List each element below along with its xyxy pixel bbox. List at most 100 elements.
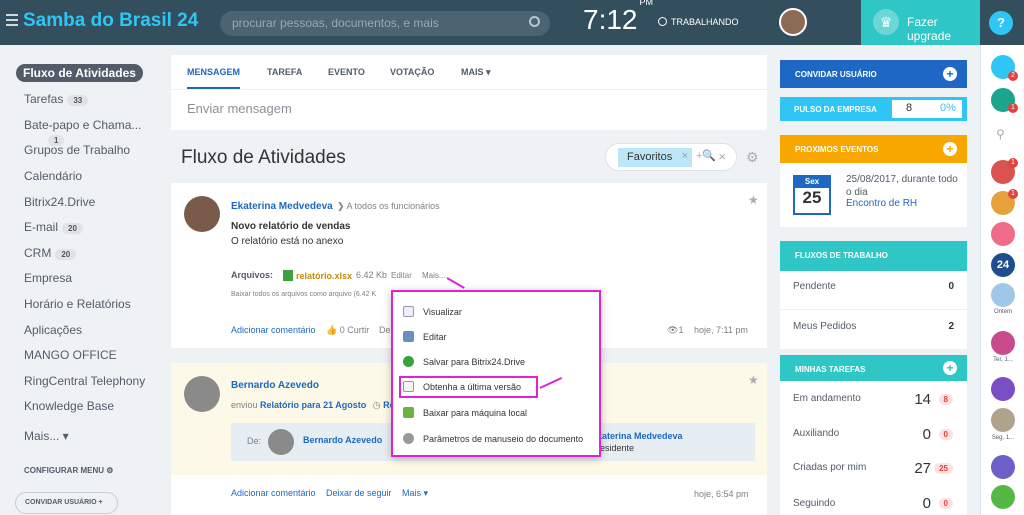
- add-comment-link[interactable]: Adicionar comentário: [231, 325, 316, 335]
- clear-icon[interactable]: ×: [718, 149, 726, 164]
- notification-badge: 1: [1008, 158, 1018, 168]
- more-link[interactable]: Mais ▾: [402, 488, 428, 499]
- file-edit-link[interactable]: Editar: [391, 271, 412, 280]
- upgrade-button[interactable]: ♛ Fazer upgrade: [861, 0, 980, 45]
- post-recipient[interactable]: ❯ A todos os funcionários: [337, 201, 440, 212]
- work-status[interactable]: TRABALHANDO: [658, 17, 739, 27]
- file-size: 6.42 Kb: [356, 270, 388, 280]
- workflow-row[interactable]: Meus Pedidos 2: [780, 321, 967, 332]
- unfollow-link[interactable]: Deixar de seguir: [326, 488, 392, 498]
- group-avatar[interactable]: [991, 331, 1015, 355]
- tasks-list: Em andamento 14 8 Auxiliando 0 0 Criadas…: [780, 381, 967, 515]
- user-avatar[interactable]: [779, 8, 807, 36]
- invite-user-button[interactable]: CONVIDAR USUÁRIO +: [15, 492, 118, 514]
- clock[interactable]: 7:12PM: [583, 0, 653, 36]
- count-badge: 20: [55, 249, 77, 260]
- add-filter-icon[interactable]: +🔍: [696, 149, 716, 162]
- my-tasks-header[interactable]: MINHAS TAREFAS +: [780, 355, 967, 381]
- company-pulse[interactable]: PULSO DA EMPRESA 8 0%: [780, 97, 967, 121]
- message-input[interactable]: Enviar mensagem: [187, 101, 292, 116]
- divider: [171, 89, 767, 90]
- sidebar-item-more[interactable]: Mais... ▾: [24, 429, 69, 443]
- like-button[interactable]: 👍 0 Curtir: [326, 325, 369, 336]
- workflows-header[interactable]: FLUXOS DE TRABALHO: [780, 241, 967, 271]
- sidebar-item-activity-stream[interactable]: Fluxo de Atividades: [16, 64, 143, 82]
- sidebar-item-workgroups[interactable]: Grupos de Trabalho: [24, 143, 130, 157]
- avatar[interactable]: [184, 196, 220, 232]
- search-icon[interactable]: [529, 16, 540, 27]
- tab-event[interactable]: EVENTO: [328, 67, 365, 77]
- files-label: Arquivos:: [231, 270, 274, 280]
- sidebar-item-applications[interactable]: Aplicações: [24, 323, 82, 337]
- megaphone-icon[interactable]: [991, 455, 1015, 479]
- menu-item-view[interactable]: Visualizar: [403, 306, 462, 317]
- notification-badge: 1: [1008, 189, 1018, 199]
- tab-poll[interactable]: VOTAÇÃO: [390, 67, 434, 77]
- sidebar-item-tasks[interactable]: Tarefas 33: [24, 92, 89, 106]
- from-name[interactable]: Bernardo Azevedo: [303, 435, 382, 445]
- post-footer: Adicionar comentário Deixar de seguir Ma…: [171, 475, 767, 515]
- bitrix24-icon[interactable]: 24: [991, 253, 1015, 277]
- star-icon[interactable]: ★: [748, 193, 759, 207]
- plus-icon[interactable]: +: [943, 142, 957, 156]
- menu-item-download[interactable]: Baixar para máquina local: [403, 407, 527, 418]
- close-icon[interactable]: ×: [682, 150, 688, 162]
- file-link[interactable]: relatório.xlsx: [283, 270, 352, 281]
- download-all-link[interactable]: Baixar todos os arquivos como arquivo (6…: [231, 291, 376, 298]
- right-rail: 2 1 ⚲ 1 1 24 Ontem Ter, 1... Seg, 1...: [980, 45, 1024, 515]
- plus-icon[interactable]: +: [943, 361, 957, 375]
- help-button[interactable]: ?: [989, 11, 1013, 35]
- de-link[interactable]: De: [379, 325, 391, 335]
- to-name[interactable]: katerina Medvedeva: [597, 431, 683, 441]
- post-author[interactable]: Bernardo Azevedo: [231, 380, 319, 391]
- invite-user-header[interactable]: CONVIDAR USUÁRIO +: [780, 60, 967, 88]
- sidebar-item-crm[interactable]: CRM 20: [24, 246, 77, 260]
- plus-icon[interactable]: +: [943, 67, 957, 81]
- tab-task[interactable]: TAREFA: [267, 67, 302, 77]
- avatar[interactable]: [268, 429, 294, 455]
- menu-icon[interactable]: [6, 14, 18, 26]
- sidebar-item-mango-office[interactable]: MANGO OFFICE: [24, 348, 117, 362]
- excel-file-icon: [283, 270, 293, 281]
- file-more-link[interactable]: Mais...: [422, 271, 446, 280]
- search-input[interactable]: procurar pessoas, documentos, e mais: [220, 11, 550, 36]
- count-badge: 33: [67, 95, 89, 106]
- record-icon: [658, 17, 667, 26]
- sidebar-item-ringcentral[interactable]: RingCentral Telephony: [24, 374, 145, 388]
- filter-tag-favorites[interactable]: Favoritos ×: [618, 148, 692, 167]
- brand-logo[interactable]: Samba do Brasil 24: [23, 10, 198, 32]
- sidebar-item-company[interactable]: Empresa: [24, 271, 72, 285]
- sidebar-item-calendar[interactable]: Calendário: [24, 169, 82, 183]
- sidebar-item-drive[interactable]: Bitrix24.Drive: [24, 195, 95, 209]
- composer: MENSAGEM TAREFA EVENTO VOTAÇÃO MAIS ▾ En…: [171, 55, 767, 130]
- menu-item-edit[interactable]: Editar: [403, 331, 447, 342]
- gear-icon[interactable]: ⚙: [746, 149, 759, 166]
- post-body: O relatório está no anexo: [231, 236, 344, 247]
- tab-more[interactable]: MAIS ▾: [461, 67, 491, 78]
- filter-box[interactable]: Favoritos × +🔍 ×: [605, 143, 737, 171]
- report-link[interactable]: Relatório para 21 Agosto: [260, 400, 366, 410]
- pencil-icon: [403, 331, 414, 342]
- sidebar-item-time-reports[interactable]: Horário e Relatórios: [24, 297, 131, 311]
- megaphone-icon[interactable]: [991, 222, 1015, 246]
- group-avatar[interactable]: [991, 283, 1015, 307]
- configure-menu-button[interactable]: CONFIGURAR MENU ⚙: [24, 466, 113, 475]
- post-author[interactable]: Ekaterina Medvedeva: [231, 201, 333, 212]
- user-icon[interactable]: [991, 377, 1015, 401]
- events-header[interactable]: PROXIMOS EVENTOS +: [780, 135, 967, 163]
- menu-item-save-drive[interactable]: Salvar para Bitrix24.Drive: [403, 356, 525, 367]
- phone-icon[interactable]: [991, 485, 1015, 509]
- avatar[interactable]: [184, 376, 220, 412]
- sidebar-item-knowledge-base[interactable]: Knowledge Base: [24, 399, 114, 413]
- contact-avatar[interactable]: [991, 408, 1015, 432]
- to-role: residente: [597, 443, 635, 453]
- add-comment-link[interactable]: Adicionar comentário: [231, 488, 316, 498]
- sidebar-item-email[interactable]: E-mail 20: [24, 220, 83, 234]
- sidebar-item-chat[interactable]: Bate-papo e Chama...1: [24, 118, 160, 146]
- event-link[interactable]: Encontro de RH: [846, 198, 917, 209]
- search-icon[interactable]: ⚲: [996, 127, 1005, 141]
- menu-item-document-settings[interactable]: Parâmetros de manuseio do documento: [403, 433, 583, 444]
- workflow-row[interactable]: Pendente 0: [780, 281, 967, 292]
- tab-message[interactable]: MENSAGEM: [187, 67, 241, 89]
- star-icon[interactable]: ★: [748, 373, 759, 387]
